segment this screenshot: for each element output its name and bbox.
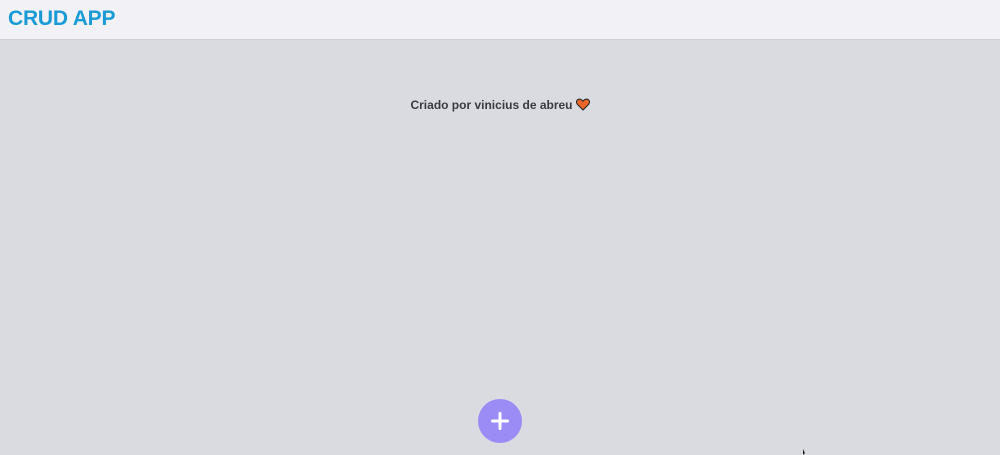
credit-line: Criado por vinicius de abreu bbox=[0, 98, 1000, 112]
credit-text: Criado por vinicius de abreu bbox=[410, 98, 573, 112]
heart-icon bbox=[575, 98, 590, 111]
mouse-cursor-icon bbox=[803, 449, 805, 455]
add-button[interactable] bbox=[478, 399, 522, 443]
plus-icon bbox=[491, 412, 509, 430]
app-title: CRUD APP bbox=[8, 7, 116, 30]
app-header: CRUD APP bbox=[0, 0, 1000, 40]
